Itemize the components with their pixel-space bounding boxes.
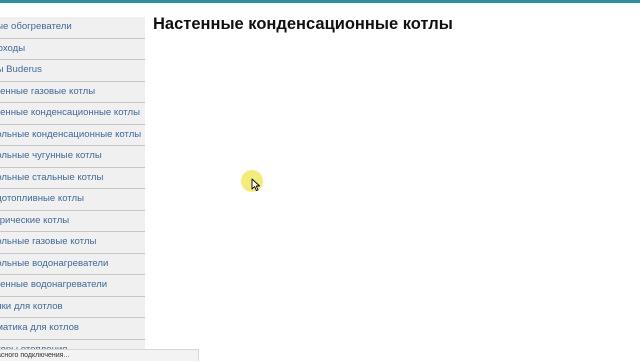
top-accent-bar bbox=[0, 0, 640, 3]
sidebar-item-label: ктрические котлы bbox=[0, 214, 70, 226]
sidebar-item-label: польные конденсационные котлы bbox=[0, 128, 142, 140]
sidebar-item-label: стенные конденсационные котлы bbox=[0, 107, 141, 118]
sidebar-item-boiler-automation[interactable]: оматика для котлов bbox=[0, 318, 145, 340]
sidebar-item-label: стенные водонагреватели bbox=[0, 279, 108, 290]
sidebar-item-label: польные стальные котлы bbox=[0, 171, 104, 183]
sidebar-item-label: вые обогреватели bbox=[0, 21, 72, 32]
sidebar-item-wall-water-heaters[interactable]: стенные водонагреватели bbox=[0, 275, 145, 297]
sidebar-item-label: лы Buderus bbox=[0, 64, 42, 75]
sidebar-item-label: польные чугунные котлы bbox=[0, 150, 102, 161]
status-text: асного подключения... bbox=[0, 352, 70, 359]
sidebar-item-wall-gas-boilers[interactable]: стенные газовые котлы bbox=[0, 81, 145, 103]
page-title: Настенные конденсационные котлы bbox=[153, 15, 453, 33]
sidebar-item-electric-boilers[interactable]: ктрические котлы bbox=[0, 210, 145, 232]
mouse-pointer-icon bbox=[251, 178, 261, 192]
sidebar-item-label: рдотопливные котлы bbox=[0, 193, 85, 204]
sidebar-item-floor-steel-boilers[interactable]: польные стальные котлы bbox=[0, 167, 145, 189]
sidebar-item-label: оматика для котлов bbox=[0, 322, 80, 333]
sidebar-item-label: елки для котлов bbox=[0, 300, 63, 312]
sidebar-item-chimneys[interactable]: моходы bbox=[0, 38, 145, 60]
sidebar-item-floor-gas-boilers[interactable]: польные газовые котлы bbox=[0, 232, 145, 254]
sidebar-item-label: стенные газовые котлы bbox=[0, 85, 96, 97]
sidebar-item-floor-water-heaters[interactable]: польные водонагреватели bbox=[0, 253, 145, 275]
sidebar-item-label: польные водонагреватели bbox=[0, 257, 109, 269]
sidebar-item-label: моходы bbox=[0, 42, 26, 54]
category-sidebar: вые обогреватели моходы лы Buderus стенн… bbox=[0, 17, 145, 362]
sidebar-item-floor-condensing-boilers[interactable]: польные конденсационные котлы bbox=[0, 124, 145, 146]
sidebar-item-wall-condensing-boilers[interactable]: стенные конденсационные котлы bbox=[0, 103, 145, 125]
browser-status-bar: асного подключения... bbox=[0, 349, 199, 361]
sidebar-item-boiler-burners[interactable]: елки для котлов bbox=[0, 296, 145, 318]
sidebar-item-solid-fuel-boilers[interactable]: рдотопливные котлы bbox=[0, 189, 145, 211]
sidebar-item-floor-cast-iron-boilers[interactable]: польные чугунные котлы bbox=[0, 146, 145, 168]
sidebar-item-heaters[interactable]: вые обогреватели bbox=[0, 17, 145, 39]
sidebar-item-buderus-boilers[interactable]: лы Buderus bbox=[0, 60, 145, 82]
sidebar-item-label: польные газовые котлы bbox=[0, 236, 97, 247]
